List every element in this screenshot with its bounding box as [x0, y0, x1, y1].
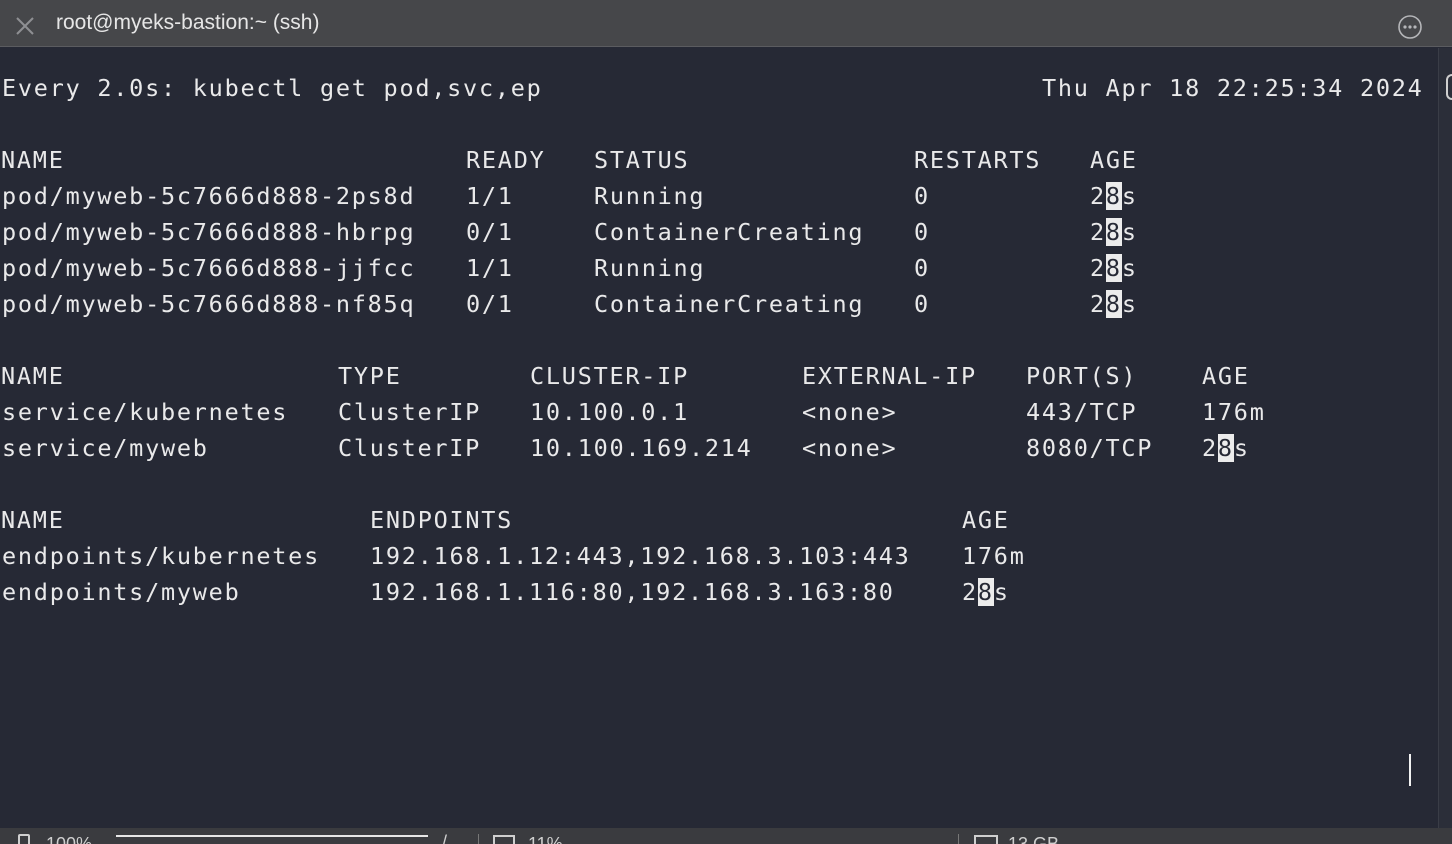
endpoint-name: endpoints/myweb [2, 578, 241, 606]
scroll-marker [1446, 74, 1452, 100]
pod-status: ContainerCreating [594, 218, 865, 246]
watch-header-line: Every 2.0s: kubectl get pod,svc,ep Thu A… [2, 70, 1432, 106]
pod-ready: 1/1 [466, 254, 514, 282]
pods-header-row: NAME READY STATUS RESTARTS AGE [1, 142, 1136, 178]
service-cluster-ip: 10.100.169.214 [530, 434, 753, 462]
highlight-cell: 8 [1105, 218, 1122, 246]
table-row: pod/myweb-5c7666d888-2ps8d 1/1 Running 0… [2, 178, 1136, 214]
endpoints-header-row: NAME ENDPOINTS AGE [1, 502, 1008, 538]
pod-name: pod/myweb-5c7666d888-jjfcc [2, 254, 416, 282]
window-title: root@myeks-bastion:~ (ssh) [56, 11, 320, 34]
pod-ready: 0/1 [466, 218, 514, 246]
endpoint-addresses: 192.168.1.12:443,192.168.3.103:443 [370, 542, 911, 570]
pod-age: 28s [1090, 182, 1138, 210]
service-external-ip: <none> [802, 434, 898, 462]
col-header: AGE [1090, 146, 1138, 174]
pod-status: Running [594, 182, 706, 210]
pod-age: 28s [1090, 254, 1138, 282]
memory-icon [974, 835, 998, 844]
divider [478, 834, 479, 844]
endpoint-addresses: 192.168.1.116:80,192.168.3.163:80 [370, 578, 895, 606]
more-icon[interactable] [1397, 14, 1423, 40]
col-header: PORT(S) [1026, 362, 1138, 390]
col-header: READY [466, 146, 546, 174]
battery-level: 100% [46, 834, 93, 844]
table-row: service/kubernetes ClusterIP 10.100.0.1 … [2, 394, 1264, 430]
pod-name: pod/myweb-5c7666d888-2ps8d [2, 182, 416, 210]
services-header-row: NAME TYPE CLUSTER-IP EXTERNAL-IP PORT(S)… [1, 358, 1248, 394]
pod-status: ContainerCreating [594, 290, 865, 318]
pod-age: 28s [1090, 290, 1138, 318]
endpoint-name: endpoints/kubernetes [2, 542, 320, 570]
service-type: ClusterIP [338, 434, 482, 462]
terminal-window: root@myeks-bastion:~ (ssh) Every 2.0s: k… [0, 0, 1452, 844]
highlight-cell: 8 [1105, 290, 1122, 318]
title-bar: root@myeks-bastion:~ (ssh) [0, 0, 1452, 47]
service-name: service/kubernetes [2, 398, 289, 426]
pod-name: pod/myweb-5c7666d888-nf85q [2, 290, 416, 318]
col-header: EXTERNAL-IP [802, 362, 977, 390]
battery-icon [18, 834, 30, 844]
progress-track [116, 835, 428, 844]
col-header: NAME [1, 146, 65, 174]
col-header: ENDPOINTS [370, 506, 514, 534]
pod-restarts: 0 [914, 182, 930, 210]
col-header: NAME [1, 362, 65, 390]
scrollbar[interactable] [1438, 48, 1452, 828]
pod-name: pod/myweb-5c7666d888-hbrpg [2, 218, 416, 246]
col-header: TYPE [338, 362, 402, 390]
watch-command: Every 2.0s: kubectl get pod,svc,ep [2, 74, 543, 102]
status-bar: 100% / 11% 13 GB [0, 828, 1452, 844]
pod-status: Running [594, 254, 706, 282]
pod-ready: 0/1 [466, 290, 514, 318]
pod-restarts: 0 [914, 218, 930, 246]
col-header: NAME [1, 506, 65, 534]
table-row: endpoints/kubernetes 192.168.1.12:443,19… [2, 538, 1024, 574]
highlight-cell: 8 [1105, 254, 1122, 282]
highlight-cell: 8 [977, 578, 994, 606]
table-row: pod/myweb-5c7666d888-jjfcc 1/1 Running 0… [2, 250, 1136, 286]
watch-timestamp: Thu Apr 18 22:25:34 2024 [1042, 74, 1424, 102]
highlight-cell: 8 [1217, 434, 1234, 462]
pod-restarts: 0 [914, 290, 930, 318]
table-row: pod/myweb-5c7666d888-nf85q 0/1 Container… [2, 286, 1136, 322]
cpu-icon [493, 835, 515, 844]
separator-icon: / [442, 832, 448, 844]
service-type: ClusterIP [338, 398, 482, 426]
service-ports: 8080/TCP [1026, 434, 1154, 462]
table-row: endpoints/myweb 192.168.1.116:80,192.168… [2, 574, 1008, 610]
endpoint-age: 176m [962, 542, 1026, 570]
service-ports: 443/TCP [1026, 398, 1138, 426]
col-header: AGE [962, 506, 1010, 534]
endpoint-age: 28s [962, 578, 1010, 606]
col-header: STATUS [594, 146, 690, 174]
close-icon[interactable] [14, 15, 36, 37]
highlight-cell: 8 [1105, 182, 1122, 210]
table-row: service/myweb ClusterIP 10.100.169.214 <… [2, 430, 1248, 466]
cpu-usage: 11% [528, 834, 563, 844]
pod-restarts: 0 [914, 254, 930, 282]
memory-usage: 13 GB [1008, 834, 1060, 844]
service-age: 176m [1202, 398, 1266, 426]
col-header: RESTARTS [914, 146, 1042, 174]
terminal-output[interactable]: Every 2.0s: kubectl get pod,svc,ep Thu A… [0, 48, 1438, 828]
service-cluster-ip: 10.100.0.1 [530, 398, 689, 426]
text-cursor [1409, 754, 1411, 786]
col-header: AGE [1202, 362, 1250, 390]
service-name: service/myweb [2, 434, 209, 462]
pod-ready: 1/1 [466, 182, 514, 210]
divider [958, 834, 959, 844]
service-age: 28s [1202, 434, 1250, 462]
table-row: pod/myweb-5c7666d888-hbrpg 0/1 Container… [2, 214, 1136, 250]
col-header: CLUSTER-IP [530, 362, 689, 390]
pod-age: 28s [1090, 218, 1138, 246]
service-external-ip: <none> [802, 398, 898, 426]
